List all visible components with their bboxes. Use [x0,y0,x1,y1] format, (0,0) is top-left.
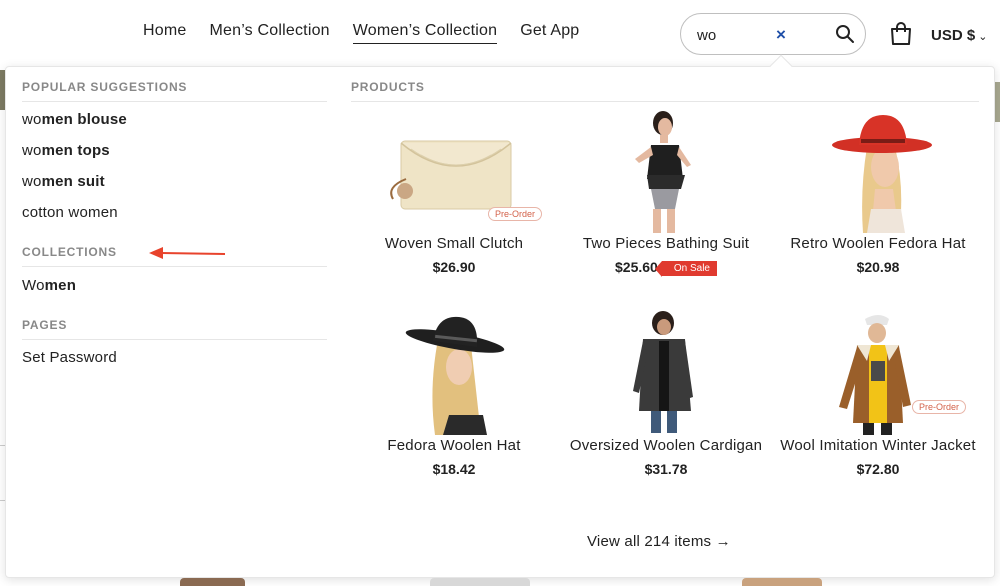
page-item-set-password[interactable]: Set Password [22,349,117,366]
product-card[interactable]: Pre-Order Wool Imitation Winter Jacket $… [775,311,981,477]
product-name: Retro Woolen Fedora Hat [790,235,966,252]
suggestion-item[interactable]: women tops [22,142,110,159]
search-box: × [680,13,866,55]
search-icon[interactable] [835,24,855,44]
product-image-red-fedora [775,109,981,233]
arrow-annotation-icon [149,247,226,259]
product-price: $26.90 [432,259,476,275]
view-all-link[interactable]: View all 214 items → [587,533,731,550]
background-product-image [742,578,822,586]
product-image-winter-jacket: Pre-Order [775,311,981,435]
product-name: Woven Small Clutch [384,235,524,252]
cart-icon[interactable] [889,22,913,46]
clear-icon[interactable]: × [776,25,786,45]
currency-label: USD $ [931,27,976,44]
product-image-bathing-suit [563,109,769,233]
product-name: Wool Imitation Winter Jacket [780,437,976,454]
popular-suggestions-title: POPULAR SUGGESTIONS [22,80,327,102]
main-nav: Home Men’s Collection Women’s Collection… [143,22,602,44]
product-card[interactable]: Fedora Woolen Hat $18.42 [351,311,557,477]
product-price: $31.78 [644,461,688,477]
suggestion-item[interactable]: women blouse [22,111,127,128]
product-card[interactable]: Retro Woolen Fedora Hat $20.98 [775,109,981,275]
suggestion-item[interactable]: cotton women [22,204,118,221]
currency-selector[interactable]: USD $ ⌄ [931,27,987,44]
product-card[interactable]: Oversized Woolen Cardigan $31.78 [563,311,769,477]
product-image-black-fedora [351,311,557,435]
product-price: $25.60 On Sale [563,259,769,277]
product-card[interactable]: Pre-Order Woven Small Clutch $26.90 [351,109,557,275]
search-results-dropdown: POPULAR SUGGESTIONS women blouse women t… [5,66,995,578]
nav-womens-collection[interactable]: Women’s Collection [352,22,498,44]
suggestion-item[interactable]: women suit [22,173,105,190]
product-name: Fedora Woolen Hat [387,437,521,454]
site-header: Home Men’s Collection Women’s Collection… [0,0,1000,70]
background-product-image [180,578,245,586]
collection-item-women[interactable]: Women [22,277,76,294]
chevron-down-icon: ⌄ [978,31,988,43]
nav-get-app[interactable]: Get App [520,22,579,44]
product-card[interactable]: Two Pieces Bathing Suit $25.60 On Sale [563,109,769,277]
product-image-clutch: Pre-Order [351,109,557,233]
product-image-cardigan [563,311,769,435]
preorder-badge: Pre-Order [912,400,967,414]
product-price: $72.80 [856,461,900,477]
product-price: $18.42 [432,461,476,477]
nav-home[interactable]: Home [143,22,186,44]
pages-title: PAGES [22,318,327,340]
arrow-right-icon: → [715,533,731,550]
search-input[interactable] [697,24,782,46]
products-title: PRODUCTS [351,80,979,102]
on-sale-badge: On Sale [654,261,717,277]
product-name: Two Pieces Bathing Suit [582,235,750,252]
preorder-badge: Pre-Order [488,207,543,221]
product-price: $20.98 [856,259,900,275]
background-product-image [430,578,530,586]
product-name: Oversized Woolen Cardigan [569,437,763,454]
nav-mens-collection[interactable]: Men’s Collection [209,22,329,44]
